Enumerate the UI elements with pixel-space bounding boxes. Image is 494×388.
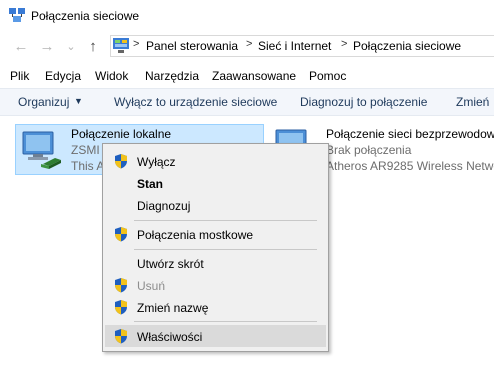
menu-advanced[interactable]: Zaawansowane (212, 69, 296, 83)
menu-item-status[interactable]: Stan (137, 177, 163, 191)
forward-arrow-icon[interactable]: → (38, 37, 56, 55)
up-arrow-icon[interactable]: ↑ (84, 37, 102, 55)
uac-shield-icon (115, 300, 127, 315)
uac-shield-icon (115, 329, 127, 344)
menu-item-create-shortcut[interactable]: Utwórz skrót (137, 257, 204, 271)
connection-status: ZSMI (71, 143, 100, 157)
uac-shield-icon (115, 227, 127, 242)
menu-view[interactable]: Widok (95, 69, 128, 83)
control-panel-icon (113, 38, 129, 53)
diagnose-connection-button[interactable]: Diagnozuj to połączenie (300, 95, 427, 109)
window-title: Połączenia sieciowe (31, 9, 140, 23)
organize-dropdown-icon[interactable]: ▼ (74, 96, 83, 106)
menu-item-bridge-connections[interactable]: Połączenia mostkowe (137, 228, 253, 242)
menu-file[interactable]: Plik (10, 69, 29, 83)
rename-connection-button[interactable]: Zmień (456, 95, 489, 109)
menu-separator (134, 220, 317, 221)
organize-button[interactable]: Organizuj (18, 95, 69, 109)
connection-device: Atheros AR9285 Wireless Network (326, 159, 494, 173)
breadcrumb-separator-icon: > (133, 38, 140, 50)
breadcrumb-control-panel[interactable]: Panel sterowania (146, 39, 238, 53)
recent-locations-chevron-icon[interactable]: ⌄ (62, 37, 80, 55)
ethernet-connection-icon (22, 131, 61, 169)
menu-item-delete: Usuń (137, 279, 166, 293)
menu-separator (134, 321, 317, 322)
menu-separator (134, 249, 317, 250)
connection-name: Połączenie lokalne (71, 127, 172, 141)
breadcrumb-separator-icon: > (341, 38, 348, 50)
connection-status: Brak połączenia (326, 143, 412, 157)
back-arrow-icon[interactable]: ← (12, 37, 30, 55)
menu-edit[interactable]: Edycja (45, 69, 81, 83)
breadcrumb-network-internet[interactable]: Sieć i Internet (258, 39, 331, 53)
menu-item-rename[interactable]: Zmień nazwę (137, 301, 208, 315)
menu-help[interactable]: Pomoc (309, 69, 346, 83)
network-connections-icon (9, 8, 25, 22)
menu-item-disable[interactable]: Wyłącz (137, 155, 176, 169)
connection-device: This A (71, 159, 105, 173)
menu-tools[interactable]: Narzędzia (145, 69, 199, 83)
breadcrumb-network-connections[interactable]: Połączenia sieciowe (353, 39, 461, 53)
connection-name: Połączenie sieci bezprzewodowej (326, 127, 494, 141)
disable-device-button[interactable]: Wyłącz to urządzenie sieciowe (114, 95, 277, 109)
menu-item-diagnose[interactable]: Diagnozuj (137, 199, 190, 213)
uac-shield-icon (115, 278, 127, 293)
uac-shield-icon (115, 154, 127, 169)
breadcrumb-separator-icon: > (246, 38, 253, 50)
menu-item-properties[interactable]: Właściwości (137, 330, 202, 344)
